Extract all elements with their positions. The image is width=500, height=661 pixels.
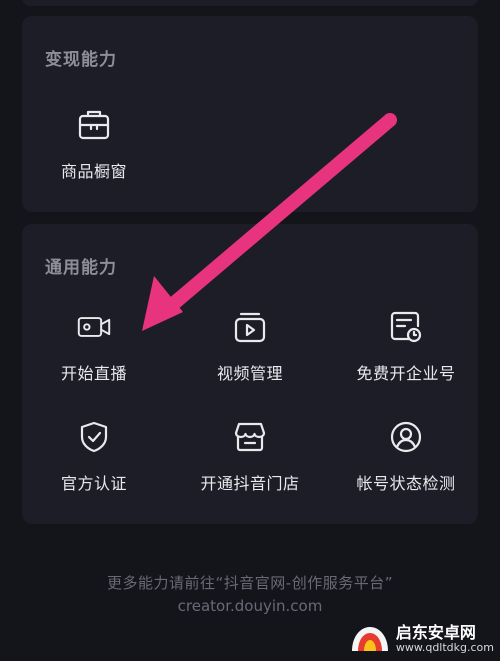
shield-check-icon — [77, 420, 111, 454]
live-camera-icon — [77, 310, 111, 344]
tool-open-store[interactable]: 开通抖音门店 — [174, 420, 326, 494]
account-status-icon — [389, 420, 423, 454]
footer-url[interactable]: creator.douyin.com — [0, 597, 500, 615]
store-icon — [233, 420, 267, 454]
tool-label: 视频管理 — [216, 364, 283, 383]
tool-enterprise-account[interactable]: 免费开企业号 — [330, 310, 482, 384]
monetize-card: 变现能力 商品橱窗 — [22, 16, 478, 212]
monetize-title: 变现能力 — [45, 50, 117, 70]
watermark-logo-icon — [351, 627, 388, 651]
site-watermark: 启东安卓网 www.qdltdkg.com — [348, 621, 494, 657]
general-card: 通用能力 开始直播 视频管理 免费开企业号 官方认证 开通抖音门店 帐号状态检测 — [22, 224, 478, 524]
tool-official-verify[interactable]: 官方认证 — [18, 420, 170, 494]
watermark-domain: www.qdltdkg.com — [395, 640, 494, 654]
tool-label: 官方认证 — [60, 474, 127, 493]
creator-tools-page: 变现能力 商品橱窗 通用能力 开始直播 视频管理 免费开企业号 官方认证 开通抖… — [0, 0, 500, 661]
video-manage-icon — [233, 310, 267, 344]
footer-hint: 更多能力请前往“抖音官网-创作服务平台” — [107, 574, 393, 592]
general-title: 通用能力 — [45, 258, 117, 278]
tool-video-manage[interactable]: 视频管理 — [174, 310, 326, 384]
enterprise-account-icon — [389, 310, 423, 344]
watermark-name: 启东安卓网 — [395, 623, 476, 643]
tool-account-status[interactable]: 帐号状态检测 — [330, 420, 482, 494]
tool-label: 商品橱窗 — [60, 162, 127, 181]
tool-label: 免费开企业号 — [356, 364, 456, 383]
tool-label: 开始直播 — [60, 364, 127, 383]
shop-window-icon — [77, 108, 111, 142]
tool-label: 开通抖音门店 — [200, 474, 300, 493]
tool-shop-window[interactable]: 商品橱窗 — [18, 108, 170, 182]
previous-card-edge — [22, 0, 478, 6]
tool-label: 帐号状态检测 — [356, 474, 456, 493]
tool-start-live[interactable]: 开始直播 — [18, 310, 170, 384]
